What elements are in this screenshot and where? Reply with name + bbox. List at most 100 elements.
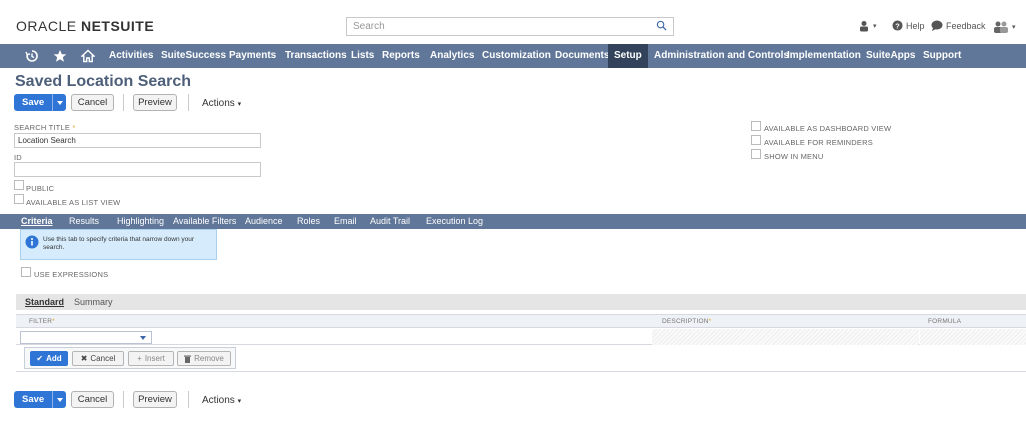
reminders-label: AVAILABLE FOR REMINDERS — [764, 138, 873, 147]
feedback-link[interactable]: Feedback — [931, 20, 986, 31]
tab-audience[interactable]: Audience — [245, 214, 283, 229]
filter-select[interactable] — [20, 331, 152, 344]
page-title: Saved Location Search — [15, 73, 192, 90]
actions-menu-bottom[interactable]: Actions ▾ — [202, 395, 241, 406]
cancel-row-button[interactable]: ✖ Cancel — [72, 351, 124, 366]
save-label: Save — [22, 394, 45, 405]
feedback-label: Feedback — [946, 20, 986, 31]
save-button-bottom[interactable]: Save — [14, 391, 67, 408]
tab-available-filters[interactable]: Available Filters — [173, 214, 236, 229]
actions-menu[interactable]: Actions ▾ — [202, 98, 241, 109]
insert-label: Insert — [144, 354, 165, 363]
nav-payments[interactable]: Payments — [229, 44, 276, 68]
nav-support[interactable]: Support — [923, 44, 961, 68]
search-title-label: SEARCH TITLE * — [14, 123, 75, 132]
nav-implementation[interactable]: Implementation — [787, 44, 861, 68]
help-tooltip-text: Use this tab to specify criteria that na… — [43, 236, 195, 251]
tab-criteria[interactable]: Criteria — [21, 214, 53, 229]
cancel-button-bottom[interactable]: Cancel — [71, 391, 114, 408]
home-icon[interactable] — [81, 49, 95, 63]
remove-label: Remove — [194, 354, 224, 363]
use-expressions-checkbox[interactable] — [21, 267, 31, 277]
top-bar: ORACLE NETSUITE Search ▾ ? Help Feedback… — [0, 0, 1026, 44]
help-icon: ? — [892, 20, 903, 31]
add-row-button[interactable]: ✔ Add — [30, 351, 68, 366]
chevron-down-icon: ▾ — [1012, 23, 1016, 31]
user-menu[interactable]: ▾ — [993, 20, 1016, 33]
show-in-menu-label: SHOW IN MENU — [764, 152, 824, 161]
chevron-down-icon: ▾ — [237, 101, 242, 108]
filter-column-label: FILTER — [29, 318, 53, 325]
required-asterisk: * — [708, 318, 712, 325]
toolbar-divider — [188, 94, 189, 111]
save-label: Save — [22, 97, 45, 108]
required-asterisk: * — [52, 318, 55, 325]
nav-transactions[interactable]: Transactions — [285, 44, 347, 68]
nav-suitesuccess[interactable]: SuiteSuccess — [161, 44, 226, 68]
nav-customization[interactable]: Customization — [482, 44, 551, 68]
list-view-checkbox[interactable] — [14, 194, 24, 204]
favorites-star-icon[interactable] — [53, 49, 67, 63]
criteria-row-toolbar: ✔ Add ✖ Cancel + Insert Remove — [24, 347, 236, 369]
formula-cell — [920, 329, 1026, 345]
id-label: ID — [14, 153, 22, 162]
nav-documents[interactable]: Documents — [555, 44, 609, 68]
logo-prefix: ORACLE — [16, 18, 77, 34]
search-icon[interactable] — [656, 20, 667, 31]
oracle-netsuite-logo[interactable]: ORACLE NETSUITE — [16, 18, 154, 34]
reminders-checkbox[interactable] — [751, 135, 761, 145]
subtab-bar: Criteria Results Highlighting Available … — [0, 214, 1026, 229]
help-link[interactable]: ? Help — [892, 20, 925, 31]
search-title-label-text: SEARCH TITLE — [14, 123, 71, 132]
dashboard-view-checkbox[interactable] — [751, 121, 761, 131]
search-title-input[interactable]: Location Search — [14, 133, 261, 148]
tab-highlighting[interactable]: Highlighting — [117, 214, 164, 229]
chevron-down-icon: ▾ — [873, 23, 877, 30]
criteria-divider — [16, 371, 1026, 372]
user-avatar-icon — [994, 21, 1008, 33]
save-dropdown-chevron-icon[interactable] — [52, 391, 66, 408]
criteria-subtabs: Standard Summary — [16, 294, 1026, 310]
show-in-menu-checkbox[interactable] — [751, 149, 761, 159]
preview-button[interactable]: Preview — [133, 94, 177, 111]
save-dropdown-chevron-icon[interactable] — [52, 94, 66, 111]
tab-standard[interactable]: Standard — [25, 297, 64, 307]
insert-row-button[interactable]: + Insert — [128, 351, 174, 366]
nav-reports[interactable]: Reports — [382, 44, 420, 68]
tab-summary[interactable]: Summary — [74, 297, 113, 307]
tab-execution-log[interactable]: Execution Log — [426, 214, 483, 229]
nav-activities[interactable]: Activities — [109, 44, 153, 68]
tab-roles[interactable]: Roles — [297, 214, 320, 229]
filter-column-header: FILTER* — [29, 318, 55, 325]
list-view-label: AVAILABLE AS LIST VIEW — [26, 198, 121, 207]
trash-icon — [184, 355, 192, 363]
feedback-icon — [931, 20, 943, 31]
nav-analytics[interactable]: Analytics — [430, 44, 474, 68]
recent-records-icon[interactable] — [25, 49, 39, 63]
nav-lists[interactable]: Lists — [351, 44, 374, 68]
public-checkbox[interactable] — [14, 180, 24, 190]
chevron-down-icon: ▾ — [237, 398, 242, 405]
description-column-label: DESCRIPTION — [662, 318, 709, 325]
cancel-button[interactable]: Cancel — [71, 94, 114, 111]
remove-row-button[interactable]: Remove — [177, 351, 231, 366]
nav-suiteapps[interactable]: SuiteApps — [866, 44, 915, 68]
formula-column-header: FORMULA — [928, 318, 962, 325]
preview-button-bottom[interactable]: Preview — [133, 391, 177, 408]
nav-setup[interactable]: Setup — [608, 44, 648, 68]
tab-email[interactable]: Email — [334, 214, 357, 229]
tab-audit-trail[interactable]: Audit Trail — [370, 214, 410, 229]
public-label: PUBLIC — [26, 184, 55, 193]
tab-results[interactable]: Results — [69, 214, 99, 229]
save-button[interactable]: Save — [14, 94, 67, 111]
id-input[interactable] — [14, 162, 261, 177]
checkmark-icon: ✔ — [36, 354, 44, 363]
help-tooltip: Use this tab to specify criteria that na… — [20, 229, 217, 260]
plus-icon: + — [137, 354, 142, 363]
role-menu[interactable]: ▾ — [858, 20, 877, 32]
global-search-input[interactable]: Search — [346, 17, 674, 36]
nav-administration-and-controls[interactable]: Administration and Controls — [654, 44, 789, 68]
logo-suffix: NETSUITE — [80, 18, 155, 34]
add-label: Add — [46, 354, 62, 363]
actions-label: Actions — [202, 395, 235, 406]
